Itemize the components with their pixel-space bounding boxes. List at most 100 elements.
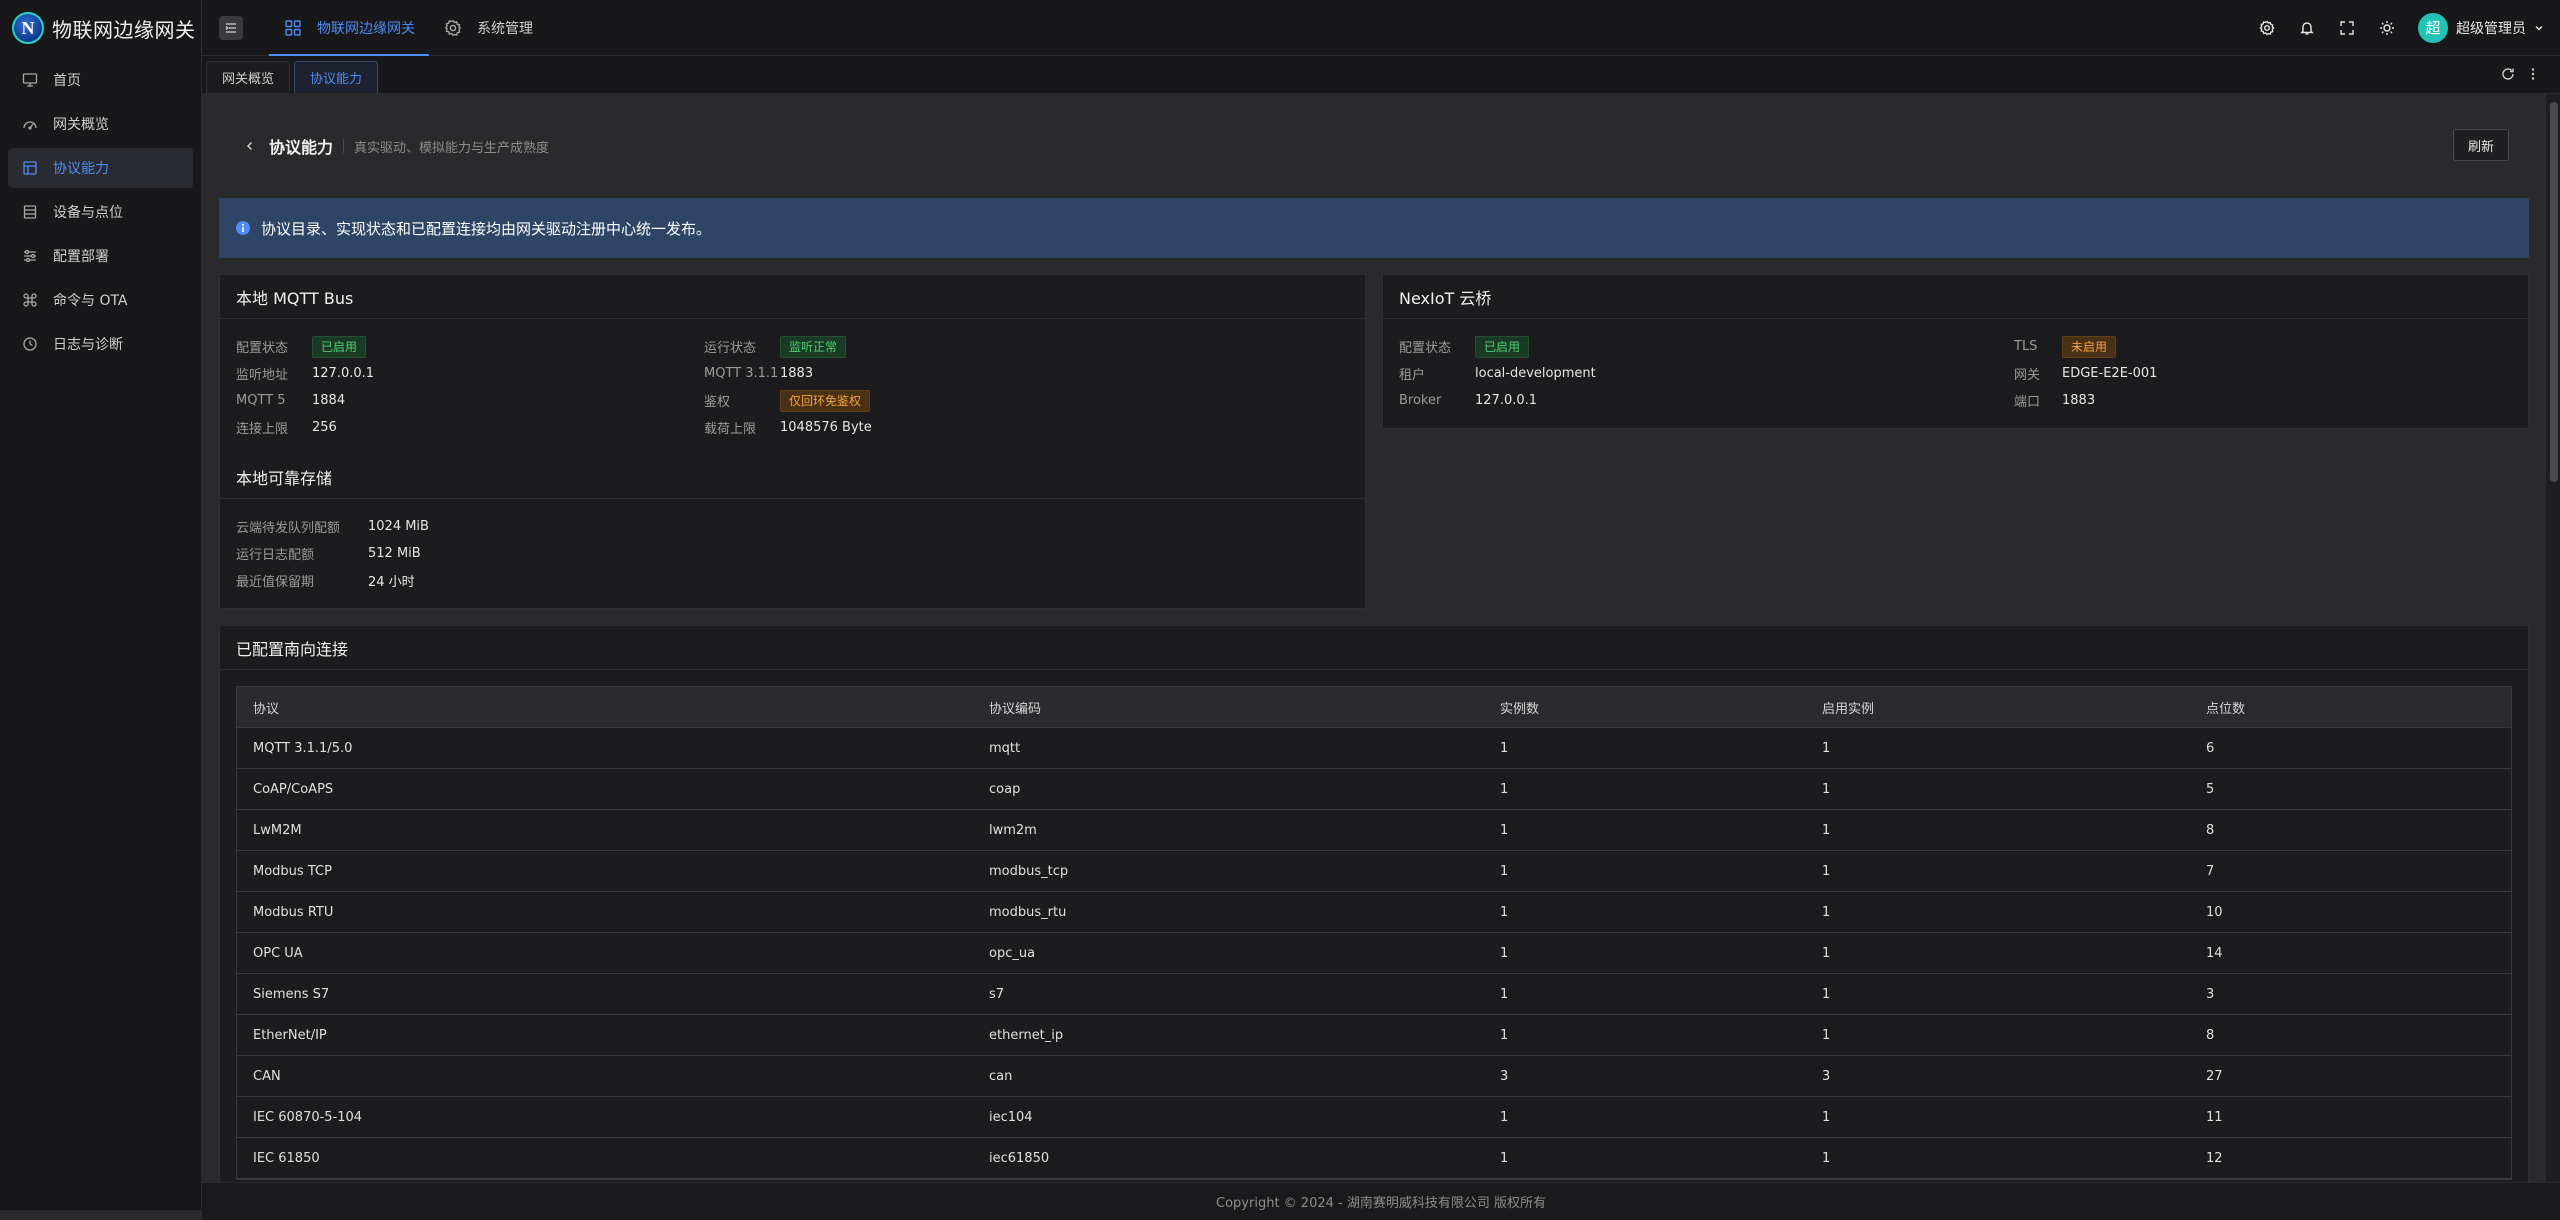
user-menu[interactable]: 超 超级管理员 — [2418, 12, 2544, 43]
top-nav-label: 系统管理 — [477, 20, 533, 37]
sidebar-item-devices[interactable]: 设备与点位 — [8, 192, 193, 232]
bell-icon[interactable] — [2298, 19, 2316, 37]
table-cell: Modbus TCP — [237, 850, 973, 892]
table-row[interactable]: CAN can 3 3 27 — [237, 1055, 2511, 1097]
table-row[interactable]: EtherNet/IP ethernet_ip 1 1 8 — [237, 1014, 2511, 1056]
sidebar-item-commands-ota[interactable]: 命令与 OTA — [8, 280, 193, 320]
tab-protocols[interactable]: 协议能力 — [294, 61, 379, 93]
page-title: 协议能力 — [269, 138, 334, 157]
table-row[interactable]: Siemens S7 s7 1 1 3 — [237, 973, 2511, 1015]
field-value: 1024 MiB — [368, 519, 429, 534]
storage-card-title: 本地可靠存储 — [220, 455, 1365, 499]
column-header: 点位数 — [2190, 686, 2511, 728]
page-subtitle: 真实驱动、模拟能力与生产成熟度 — [354, 140, 550, 156]
tabs-bar: 网关概览 协议能力 — [202, 56, 2560, 94]
database-icon — [21, 203, 39, 221]
info-alert: 协议目录、实现状态和已配置连接均由网关驱动注册中心统一发布。 — [219, 198, 2529, 258]
table-row[interactable]: IEC 61850 iec61850 1 1 12 — [237, 1137, 2511, 1179]
layout-icon — [21, 159, 39, 177]
table-cell: 1 — [1484, 727, 1806, 769]
cards-row: 本地 MQTT Bus 配置状态 已启用 运行状态 监听正常 监听地址 127.… — [219, 274, 2529, 609]
table-row[interactable]: IEC 60870-5-104 iec104 1 1 11 — [237, 1096, 2511, 1138]
table-row[interactable]: Modbus TCP modbus_tcp 1 1 7 — [237, 850, 2511, 892]
field-payload-limit: 载荷上限 1048576 Byte — [704, 414, 1172, 441]
table-cell: 1 — [1806, 768, 2190, 810]
field-mqtt311-port: MQTT 3.1.1 1883 — [704, 360, 1172, 387]
status-badge: 未启用 — [2062, 335, 2117, 358]
card-title: 本地 MQTT Bus — [220, 275, 1365, 319]
field-broker: Broker 127.0.0.1 — [1399, 387, 2014, 414]
table-cell: can — [973, 1055, 1484, 1097]
table-cell: MQTT 3.1.1/5.0 — [237, 727, 973, 769]
field-gateway: 网关 EDGE-E2E-001 — [2014, 360, 2414, 387]
field-config-status: 配置状态 已启用 — [1399, 333, 2014, 360]
table-cell: 3 — [1806, 1055, 2190, 1097]
sidebar-item-logs[interactable]: 日志与诊断 — [8, 324, 193, 364]
table-row[interactable]: OPC UA opc_ua 1 1 14 — [237, 932, 2511, 974]
table-cell: modbus_rtu — [973, 891, 1484, 933]
reload-icon[interactable] — [2500, 66, 2516, 82]
sidebar-item-config-deploy[interactable]: 配置部署 — [8, 236, 193, 276]
brand[interactable]: N 物联网边缘网关 — [0, 0, 201, 56]
top-nav: 物联网边缘网关 系统管理 — [269, 0, 547, 56]
table-header-row: 协议 协议编码 实例数 启用实例 点位数 — [237, 686, 2511, 728]
more-vertical-icon[interactable] — [2530, 66, 2536, 82]
fullscreen-icon[interactable] — [2338, 19, 2356, 37]
sidebar-item-label: 设备与点位 — [53, 205, 123, 221]
table-cell: Modbus RTU — [237, 891, 973, 933]
top-header: 物联网边缘网关 系统管理 超 超级管理员 — [202, 0, 2560, 56]
chevron-left-icon[interactable] — [243, 139, 257, 153]
settings-icon[interactable] — [2258, 19, 2276, 37]
field-label: 监听地址 — [236, 368, 289, 383]
table-cell: CAN — [237, 1055, 973, 1097]
sun-icon[interactable] — [2378, 19, 2396, 37]
table-row[interactable]: MQTT 3.1.1/5.0 mqtt 1 1 6 — [237, 727, 2511, 769]
table-cell: EtherNet/IP — [237, 1014, 973, 1056]
table-cell: CoAP/CoAPS — [237, 768, 973, 810]
table-cell: s7 — [973, 973, 1484, 1015]
field-label: 运行状态 — [704, 341, 757, 356]
card-title: 已配置南向连接 — [220, 626, 2528, 670]
status-badge: 已启用 — [1475, 335, 1530, 358]
scrollbar[interactable] — [2546, 94, 2560, 1182]
table-cell: 1 — [1484, 1137, 1806, 1179]
sidebar-item-gateway-overview[interactable]: 网关概览 — [8, 104, 193, 144]
sidebar-scrollbar[interactable] — [0, 1210, 202, 1220]
field-label: 端口 — [2014, 395, 2041, 410]
table-row[interactable]: CoAP/CoAPS coap 1 1 5 — [237, 768, 2511, 810]
table-cell: 1 — [1484, 1096, 1806, 1138]
alert-text: 协议目录、实现状态和已配置连接均由网关驱动注册中心统一发布。 — [261, 219, 712, 238]
menu-collapse-icon[interactable] — [219, 15, 243, 40]
table-row[interactable]: LwM2M lwm2m 1 1 8 — [237, 809, 2511, 851]
column-header: 协议编码 — [973, 686, 1484, 728]
field-port: 端口 1883 — [2014, 387, 2414, 414]
table-cell: 14 — [2190, 932, 2511, 974]
field-cloud-queue-quota: 云端待发队列配额 1024 MiB — [236, 513, 1349, 540]
table-row[interactable]: Modbus RTU modbus_rtu 1 1 10 — [237, 891, 2511, 933]
table-cell: 1 — [1484, 768, 1806, 810]
field-value: 1884 — [312, 393, 346, 408]
command-icon — [21, 291, 39, 309]
table-cell: 10 — [2190, 891, 2511, 933]
table-cell: 1 — [1806, 1014, 2190, 1056]
sidebar-item-label: 协议能力 — [53, 161, 109, 177]
copyright-text: Copyright © 2024 - 湖南赛明威科技有限公司 版权所有 — [1216, 1196, 1546, 1211]
refresh-button[interactable]: 刷新 — [2452, 129, 2509, 161]
sidebar-item-home[interactable]: 首页 — [8, 60, 193, 100]
top-nav-edge-gateway[interactable]: 物联网边缘网关 — [269, 0, 429, 56]
table-cell: LwM2M — [237, 809, 973, 851]
sidebar: N 物联网边缘网关 首页 网关概览 协议能力 设备与点位 配置部署 命令与 OT… — [0, 0, 202, 1220]
field-value: 1883 — [2062, 393, 2096, 408]
table-cell: 8 — [2190, 1014, 2511, 1056]
top-nav-system[interactable]: 系统管理 — [429, 0, 547, 56]
header-actions: 超 超级管理员 — [2258, 12, 2560, 43]
scrollbar-thumb[interactable] — [2550, 102, 2558, 482]
field-tenant: 租户 local-development — [1399, 360, 2014, 387]
table-cell: 1 — [1484, 932, 1806, 974]
field-value: EDGE-E2E-001 — [2062, 366, 2158, 381]
storage-fields: 云端待发队列配额 1024 MiB 运行日志配额 512 MiB 最近值保留期 … — [220, 499, 1365, 608]
table-cell: 3 — [2190, 973, 2511, 1015]
field-label: TLS — [2014, 339, 2038, 354]
sidebar-item-protocols[interactable]: 协议能力 — [8, 148, 193, 188]
tab-gateway-overview[interactable]: 网关概览 — [206, 61, 291, 93]
